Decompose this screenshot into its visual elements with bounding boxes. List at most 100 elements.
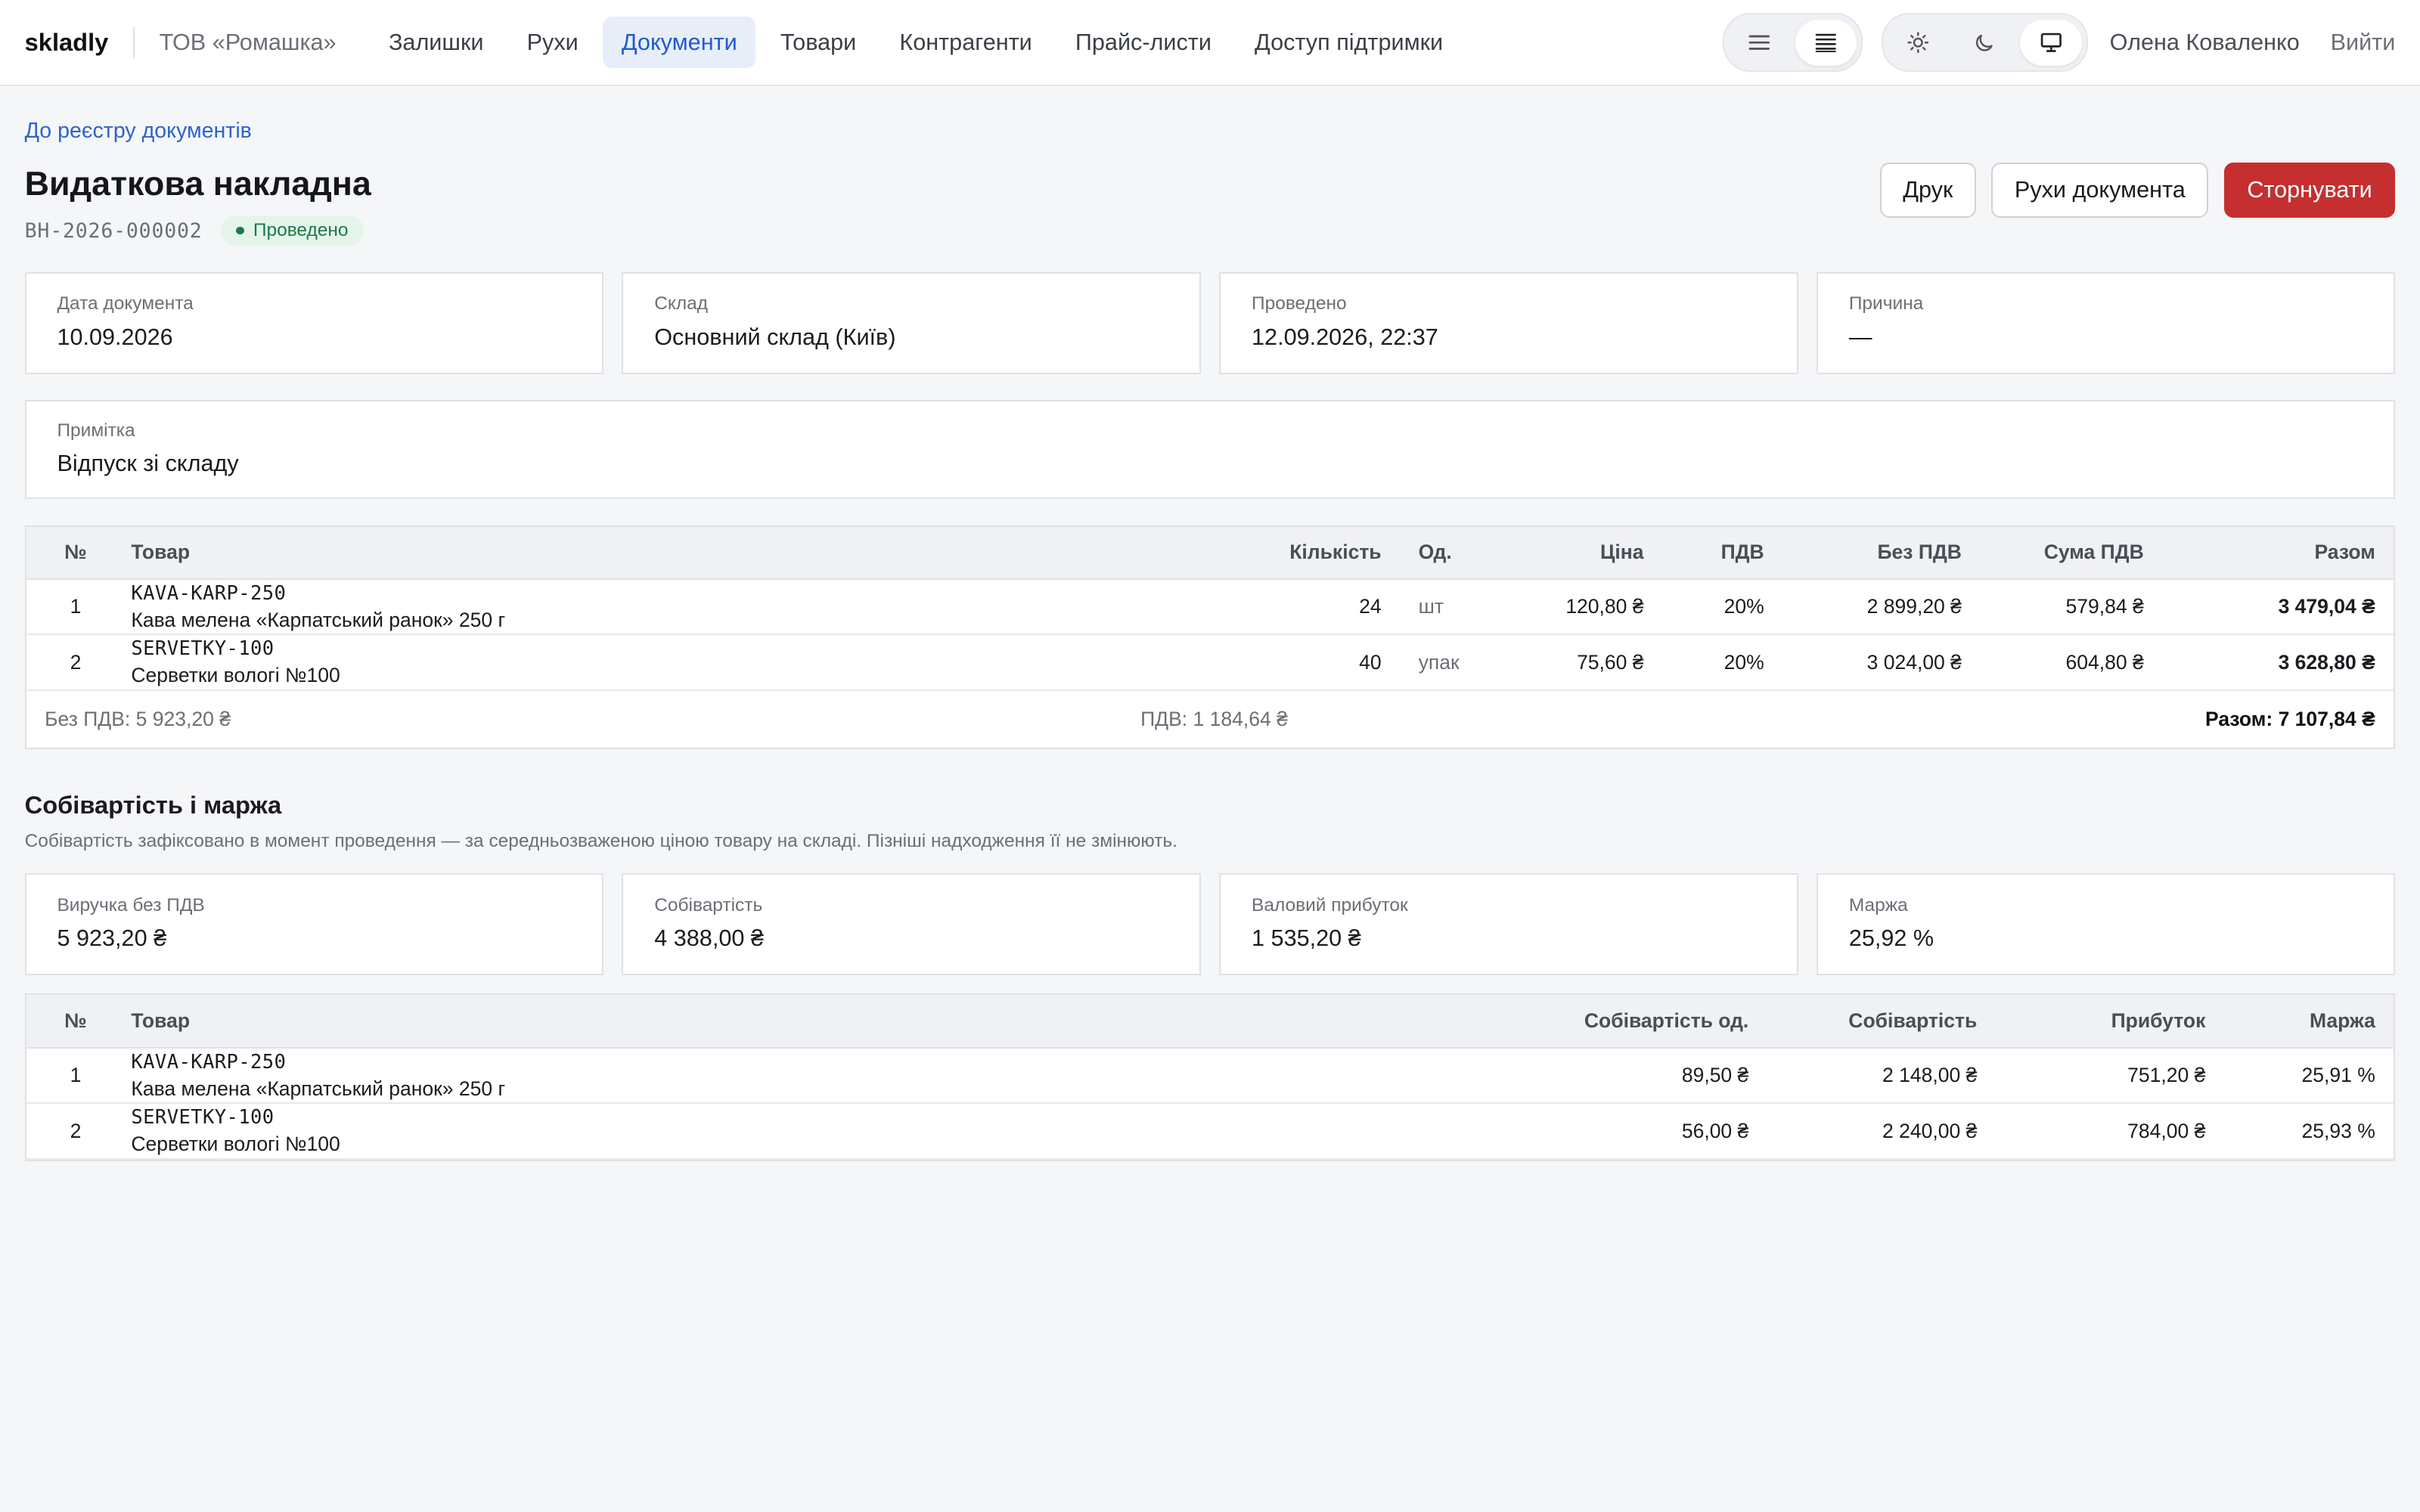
table-totals: Без ПДВ: 5 923,20 ₴ ПДВ: 1 184,64 ₴ Разо…: [26, 691, 2394, 748]
title-block: Видаткова накладна ВН-2026-000002 Провед…: [25, 164, 371, 246]
print-button[interactable]: Друк: [1879, 162, 1976, 218]
back-to-registry-link[interactable]: До реєстру документів: [25, 119, 252, 144]
cost: 2 148,00 ₴: [1767, 1047, 1996, 1105]
nav-item-counterparties[interactable]: Контрагенти: [881, 17, 1050, 68]
col-total: Разом: [2162, 526, 2394, 580]
moon-icon[interactable]: [1954, 20, 2016, 66]
status-dot-icon: [236, 226, 244, 235]
card-label: Склад: [654, 293, 709, 314]
main-nav: Залишки Рухи Документи Товари Контрагент…: [370, 17, 1461, 68]
card-value: 12.09.2026, 22:37: [1252, 324, 1438, 350]
col-vat: ПДВ: [1662, 526, 1783, 580]
monitor-icon[interactable]: [2020, 19, 2082, 66]
title-row: Видаткова накладна ВН-2026-000002 Провед…: [25, 162, 2396, 246]
cost-card-revenue: Виручка без ПДВ 5 923,20 ₴: [24, 873, 603, 975]
cost-card-profit: Валовий прибуток 1 535,20 ₴: [1219, 873, 1798, 975]
unit: шт: [1400, 578, 1524, 636]
info-card-date: Дата документа 10.09.2026: [24, 271, 603, 374]
product-cell: KAVA-KARP-250 Кава мелена «Карпатський р…: [112, 578, 1215, 636]
unit-cost: 89,50 ₴: [1520, 1047, 1767, 1105]
vat-amount: 579,84 ₴: [1980, 578, 2163, 636]
user-name[interactable]: Олена Коваленко: [2110, 29, 2300, 56]
card-label: Маржа: [1848, 894, 1908, 916]
product-sku: SERVETKY-100: [131, 1106, 275, 1129]
profit: 751,20 ₴: [1995, 1047, 2224, 1105]
nav-item-products[interactable]: Товари: [762, 17, 874, 68]
card-label: Валовий прибуток: [1252, 894, 1408, 916]
totals-net: Без ПДВ: 5 923,20 ₴: [45, 708, 231, 731]
col-quantity: Кількість: [1215, 526, 1401, 580]
card-label: Проведено: [1252, 293, 1347, 314]
col-product: Товар: [112, 526, 1215, 580]
document-movements-button[interactable]: Рухи документа: [1991, 162, 2209, 218]
col-product: Товар: [112, 995, 1521, 1049]
card-value: 1 535,20 ₴: [1252, 925, 1361, 952]
document-number: ВН-2026-000002: [24, 218, 203, 243]
sun-icon[interactable]: [1888, 20, 1950, 66]
profit: 784,00 ₴: [1995, 1103, 2224, 1160]
doc-meta: ВН-2026-000002 Проведено: [25, 215, 371, 246]
col-margin: Маржа: [2223, 995, 2394, 1049]
quantity: 40: [1215, 634, 1401, 691]
price: 120,80 ₴: [1523, 578, 1663, 636]
main-content: До реєстру документів Видаткова накладна…: [0, 86, 2420, 1161]
reverse-button[interactable]: Сторнувати: [2223, 162, 2396, 218]
vat-amount: 604,80 ₴: [1980, 634, 2163, 691]
cost-section-description: Собівартість зафіксовано в момент провед…: [24, 830, 1177, 851]
col-cost: Собівартість: [1767, 995, 1996, 1049]
page-actions: Друк Рухи документа Сторнувати: [1879, 162, 2396, 218]
product-name: Кава мелена «Карпатський ранок» 250 г: [131, 1077, 506, 1100]
logout-link[interactable]: Вийти: [2331, 29, 2396, 56]
top-bar: skladly ТОВ «Ромашка» Залишки Рухи Докум…: [0, 0, 2420, 87]
total-amount: 3 628,80 ₴: [2162, 634, 2394, 691]
table-row[interactable]: 1 KAVA-KARP-250 Кава мелена «Карпатський…: [26, 1047, 2394, 1105]
cost-cards: Виручка без ПДВ 5 923,20 ₴ Собівартість …: [24, 873, 2396, 975]
card-value: 4 388,00 ₴: [654, 925, 764, 952]
net-amount: 2 899,20 ₴: [1782, 578, 1981, 636]
unit: упак: [1400, 634, 1524, 691]
note-value: Відпуск зі складу: [57, 450, 239, 476]
table-row[interactable]: 2 SERVETKY-100 Серветки вологі №100 40 у…: [26, 634, 2394, 691]
nav-item-stock[interactable]: Залишки: [370, 17, 502, 68]
status-badge: Проведено: [221, 215, 364, 246]
col-number: №: [26, 526, 113, 580]
col-net: Без ПДВ: [1782, 526, 1981, 580]
card-label: Дата документа: [57, 293, 194, 314]
col-number: №: [26, 995, 113, 1049]
product-cell: SERVETKY-100 Серветки вологі №100: [112, 634, 1215, 691]
nav-item-price-lists[interactable]: Прайс-листи: [1056, 17, 1230, 68]
product-sku: SERVETKY-100: [131, 637, 275, 661]
cost: 2 240,00 ₴: [1767, 1103, 1996, 1160]
nav-item-documents[interactable]: Документи: [603, 17, 756, 68]
table-header-row: № Товар Собівартість од. Собівартість Пр…: [26, 995, 2394, 1049]
col-unit: Од.: [1400, 526, 1524, 580]
product-name: Серветки вологі №100: [131, 664, 340, 687]
card-value: Основний склад (Київ): [654, 324, 896, 350]
info-card-posted: Проведено 12.09.2026, 22:37: [1219, 271, 1798, 374]
price: 75,60 ₴: [1523, 634, 1663, 691]
list-compact-icon[interactable]: [1729, 20, 1791, 66]
cost-card-cost: Собівартість 4 388,00 ₴: [622, 873, 1201, 975]
brand-logo[interactable]: skladly: [25, 28, 109, 57]
product-sku: KAVA-KARP-250: [131, 1050, 287, 1074]
totals-vat: ПДВ: 1 184,64 ₴: [1140, 708, 1288, 731]
row-number: 1: [26, 578, 113, 636]
product-cell: SERVETKY-100 Серветки вологі №100: [112, 1103, 1521, 1160]
vat-rate: 20%: [1662, 578, 1783, 636]
info-card-reason: Причина —: [1817, 271, 2396, 374]
nav-item-movements[interactable]: Рухи: [508, 17, 597, 68]
card-value: —: [1848, 324, 1872, 350]
margin: 25,91 %: [2223, 1047, 2394, 1105]
col-price: Ціна: [1523, 526, 1663, 580]
table-row[interactable]: 2 SERVETKY-100 Серветки вологі №100 56,0…: [26, 1103, 2394, 1160]
cost-card-margin: Маржа 25,92 %: [1817, 873, 2396, 975]
card-value: 25,92 %: [1848, 925, 1934, 952]
nav-item-support-access[interactable]: Доступ підтримки: [1236, 17, 1462, 68]
totals-grand: Разом: 7 107,84 ₴: [2204, 708, 2375, 731]
table-row[interactable]: 1 KAVA-KARP-250 Кава мелена «Карпатський…: [26, 578, 2394, 636]
theme-toggle: [1881, 13, 2089, 72]
row-number: 2: [26, 634, 113, 691]
row-number: 1: [26, 1047, 113, 1105]
list-dense-icon[interactable]: [1795, 19, 1857, 66]
note-label: Примітка: [57, 420, 135, 441]
